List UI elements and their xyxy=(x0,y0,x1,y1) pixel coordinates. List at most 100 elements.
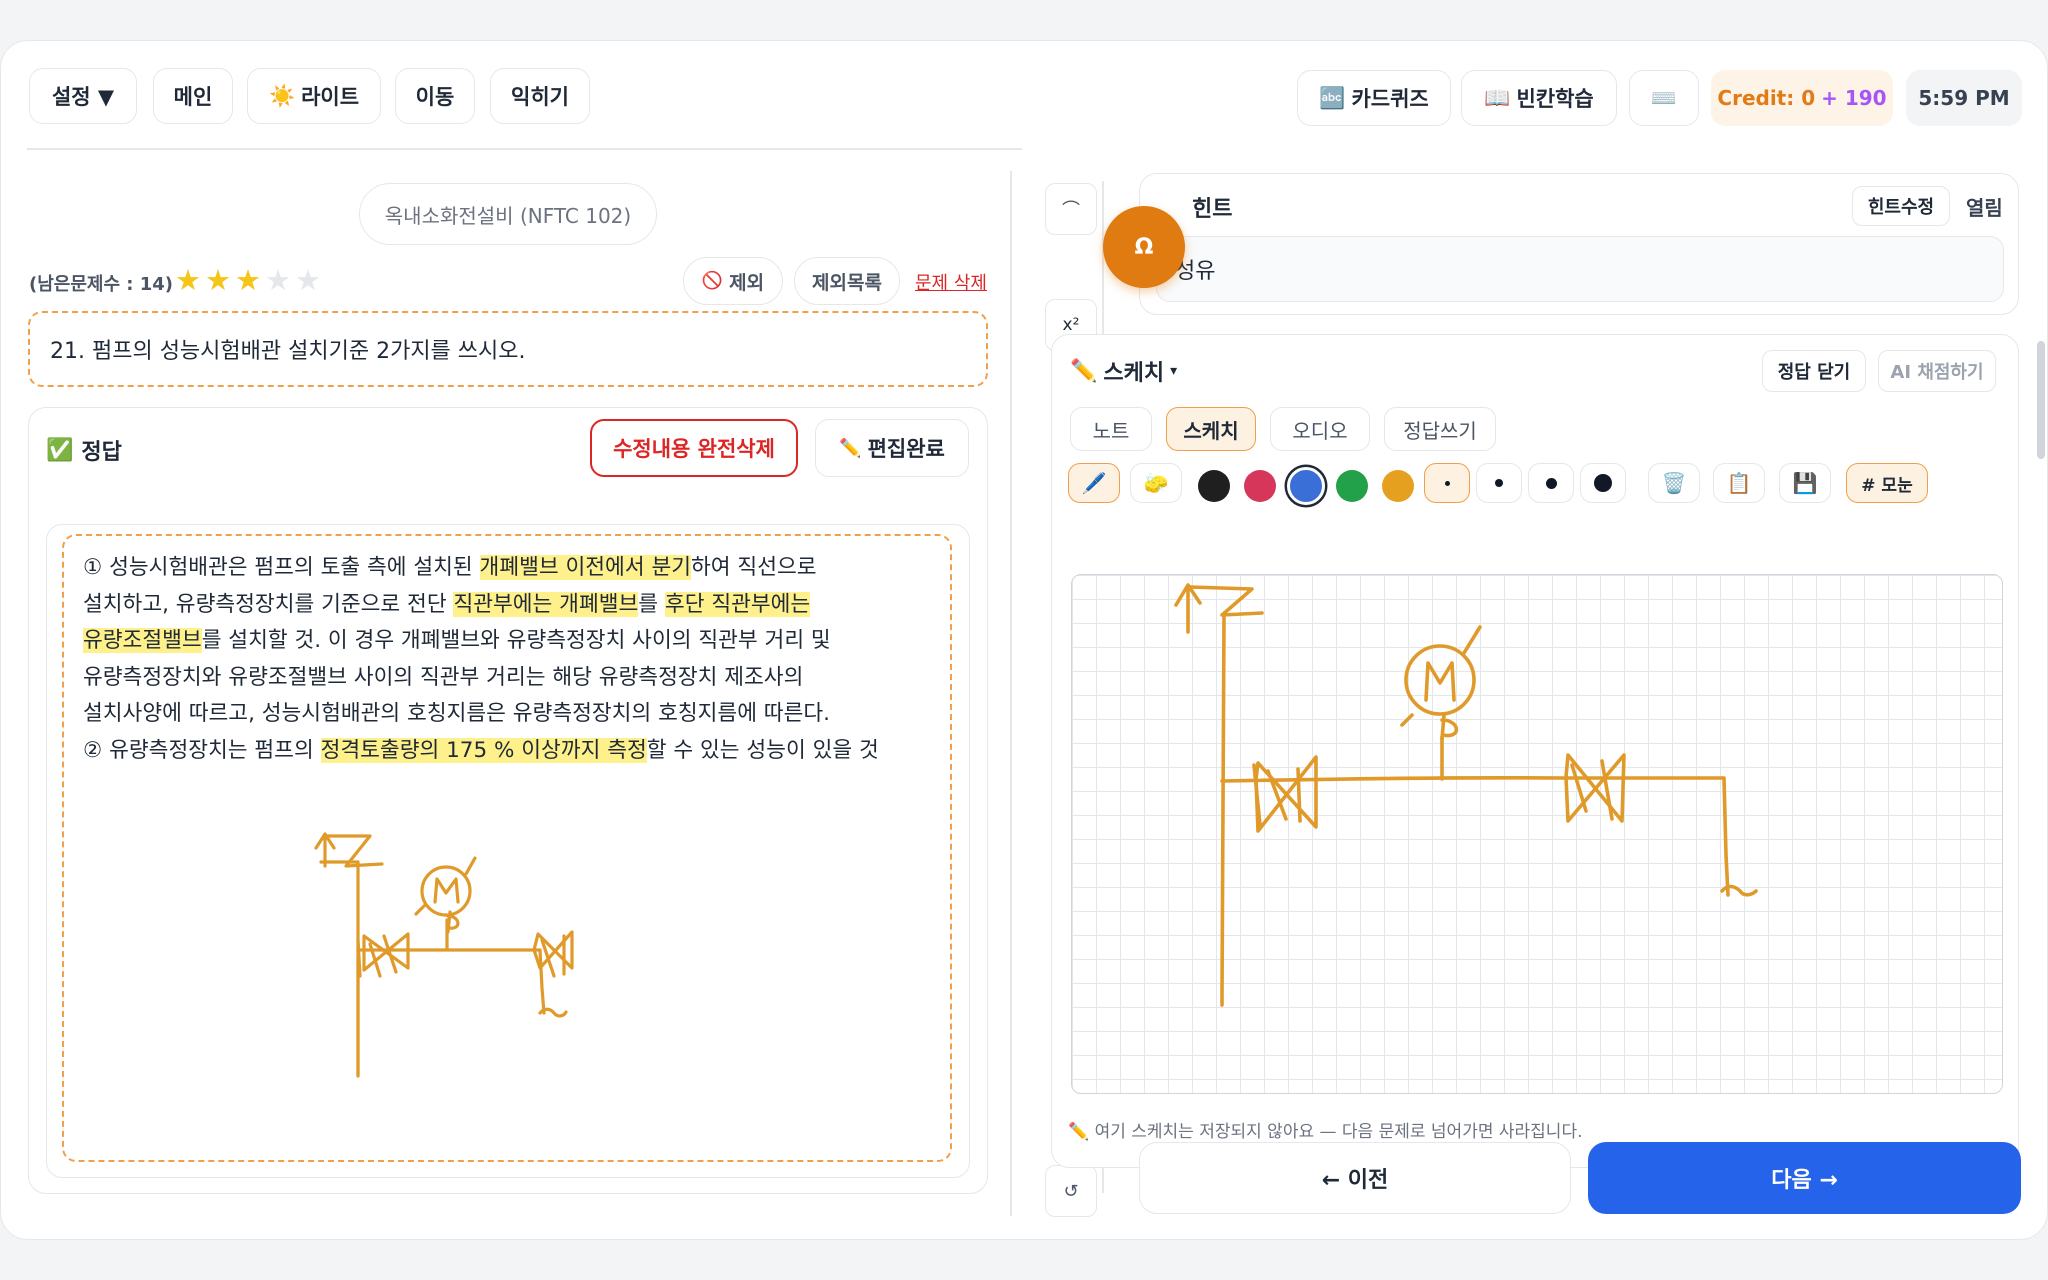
copy-button[interactable]: 📋 xyxy=(1713,463,1765,503)
credit-bonus: + 190 xyxy=(1821,86,1887,110)
sketch-canvas[interactable] xyxy=(1071,574,2003,1094)
question-text: 21. 펌프의 성능시험배관 설치기준 2가지를 쓰시오. xyxy=(50,339,526,364)
sketch-header[interactable]: ✏️ 스케치 ▾ xyxy=(1070,355,1177,387)
edit-done-label: 편집완료 xyxy=(867,437,945,461)
tab-0[interactable]: 노트 xyxy=(1070,407,1152,451)
card-quiz-button[interactable]: 🔤 카드퀴즈 xyxy=(1297,70,1451,126)
color-swatch[interactable] xyxy=(1244,470,1276,502)
grid-toggle-button[interactable]: # 모눈 xyxy=(1846,463,1928,503)
card-quiz-label: 카드퀴즈 xyxy=(1351,87,1429,111)
sun-icon: ☀️ xyxy=(268,83,296,108)
answer-header: ✅ 정답 xyxy=(46,434,122,466)
hint-toggle[interactable]: 열림 xyxy=(1966,192,2003,221)
answer-card: ✅ 정답 수정내용 완전삭제 ✏️ 편집완료 ① 성능시험배관은 펌프의 토출 … xyxy=(28,407,988,1194)
ai-grade-button[interactable]: AI 채점하기 xyxy=(1878,350,1996,392)
star-rating[interactable]: ★ ★ ★ ★ ★ xyxy=(175,263,321,297)
star-filled-icon[interactable]: ★ xyxy=(205,263,231,297)
eraser-icon: 🧽 xyxy=(1143,471,1169,495)
app-window: 설정 ▼ 메인 ☀️ 라이트 이동 익히기 🔤 카드퀴즈 📖 빈칸학습 ⌨️ C… xyxy=(0,40,2048,1240)
blank-study-label: 빈칸학습 xyxy=(1516,87,1594,111)
canvas-pump-sketch xyxy=(1174,583,1758,1007)
abc-icon: 🔤 xyxy=(1319,85,1346,110)
subject-pill[interactable]: 옥내소화전설비 (NFTC 102) xyxy=(359,183,657,245)
star-filled-icon[interactable]: ★ xyxy=(235,263,261,297)
canvas-sketch-strokes xyxy=(1174,583,1758,1007)
color-swatch[interactable] xyxy=(1336,470,1368,502)
edit-done-button[interactable]: ✏️ 편집완료 xyxy=(815,419,969,477)
hint-title: 힌트 xyxy=(1192,197,1233,222)
brush-size-3[interactable] xyxy=(1528,463,1574,503)
dot-icon xyxy=(1594,474,1612,492)
hint-edit-button[interactable]: 힌트수정 xyxy=(1852,186,1950,226)
answer-title: 정답 xyxy=(81,440,122,465)
brush-size-1[interactable] xyxy=(1424,463,1470,503)
omega-icon: Ω xyxy=(1134,234,1154,260)
tab-1[interactable]: 스케치 xyxy=(1166,407,1256,451)
remaining-count: (남은문제수 : 14) xyxy=(29,274,174,295)
exclude-label: 제외 xyxy=(729,271,765,294)
clipboard-icon: 📋 xyxy=(1726,471,1752,495)
dot-icon xyxy=(1545,477,1557,489)
credit-label: Credit: 0 xyxy=(1717,86,1816,110)
reset-button[interactable]: ↺ xyxy=(1045,1165,1097,1217)
book-icon: 📖 xyxy=(1484,85,1511,110)
chevron-down-icon: ▾ xyxy=(1170,363,1178,379)
main-button[interactable]: 메인 xyxy=(153,68,233,124)
exclude-list-button[interactable]: 제외목록 xyxy=(794,257,900,305)
save-sketch-button[interactable]: 💾 xyxy=(1779,463,1831,503)
answer-editor[interactable]: ① 성능시험배관은 펌프의 토출 측에 설치된 개폐밸브 이전에서 분기하여 직… xyxy=(62,534,952,1162)
pencil-icon: ✏️ xyxy=(839,437,862,459)
keyboard-button[interactable]: ⌨️ xyxy=(1629,70,1699,126)
delete-question-link[interactable]: 문제 삭제 xyxy=(915,269,987,295)
prohibit-icon: 🚫 xyxy=(701,271,724,291)
keyboard-icon: ⌨️ xyxy=(1650,85,1678,110)
light-mode-label: 라이트 xyxy=(301,85,360,109)
question-box: 21. 펌프의 성능시험배관 설치기준 2가지를 쓰시오. xyxy=(28,311,988,387)
blank-study-button[interactable]: 📖 빈칸학습 xyxy=(1461,70,1617,126)
pencil-icon: ✏️ xyxy=(1070,358,1098,384)
practice-button[interactable]: 익히기 xyxy=(490,68,590,124)
tab-3[interactable]: 정답쓰기 xyxy=(1384,407,1496,451)
pane-divider xyxy=(1010,171,1012,1216)
light-mode-button[interactable]: ☀️ 라이트 xyxy=(247,68,381,124)
undo-button[interactable]: ⌒ xyxy=(1045,183,1097,235)
sketch-note: ✏️ 여기 스케치는 저장되지 않아요 — 다음 문제로 넘어가면 사라집니다. xyxy=(1068,1122,1583,1142)
toolbar-divider xyxy=(27,148,1022,150)
credit-badge: Credit: 0 + 190 xyxy=(1711,70,1893,126)
settings-button[interactable]: 설정 ▼ xyxy=(29,68,137,124)
close-answer-button[interactable]: 정답 닫기 xyxy=(1762,350,1866,392)
star-empty-icon[interactable]: ★ xyxy=(295,263,321,297)
dot-icon xyxy=(1444,480,1450,486)
brush-size-4[interactable] xyxy=(1580,463,1626,503)
hint-input[interactable]: 성유 xyxy=(1156,236,2004,302)
color-swatch[interactable] xyxy=(1198,470,1230,502)
reset-icon: ↺ xyxy=(1063,1180,1079,1202)
clock: 5:59 PM xyxy=(1906,70,2022,126)
check-icon: ✅ xyxy=(46,437,74,463)
undo-icon: ⌒ xyxy=(1062,200,1080,221)
pen-tool[interactable]: 🖊️ xyxy=(1068,463,1120,503)
save-icon: 💾 xyxy=(1792,471,1818,495)
delete-edits-button[interactable]: 수정내용 완전삭제 xyxy=(590,419,798,477)
hint-card: 힌트 힌트수정 열림 성유 xyxy=(1139,173,2019,315)
clear-button[interactable]: 🗑️ xyxy=(1648,463,1700,503)
answer-pump-sketch xyxy=(314,832,574,1078)
tab-2[interactable]: 오디오 xyxy=(1270,407,1370,451)
next-button[interactable]: 다음 → xyxy=(1588,1142,2021,1214)
exclude-button[interactable]: 🚫 제외 xyxy=(683,257,783,305)
color-swatch[interactable] xyxy=(1382,470,1414,502)
omega-button[interactable]: Ω xyxy=(1103,206,1185,288)
dot-icon xyxy=(1495,479,1503,487)
star-empty-icon[interactable]: ★ xyxy=(265,263,291,297)
trash-icon: 🗑️ xyxy=(1661,471,1687,495)
move-button[interactable]: 이동 xyxy=(395,68,475,124)
color-swatch[interactable] xyxy=(1287,467,1325,505)
sketch-toolbar: 🖊️ 🧽 🗑️ 📋 💾 # 모눈 xyxy=(1068,463,2008,509)
right-scrollbar[interactable] xyxy=(2037,341,2045,459)
eraser-tool[interactable]: 🧽 xyxy=(1130,463,1182,503)
sketch-title: 스케치 xyxy=(1103,361,1165,386)
pen-icon: 🖊️ xyxy=(1081,471,1107,495)
prev-button[interactable]: ← 이전 xyxy=(1139,1142,1571,1214)
brush-size-2[interactable] xyxy=(1476,463,1522,503)
star-filled-icon[interactable]: ★ xyxy=(175,263,201,297)
